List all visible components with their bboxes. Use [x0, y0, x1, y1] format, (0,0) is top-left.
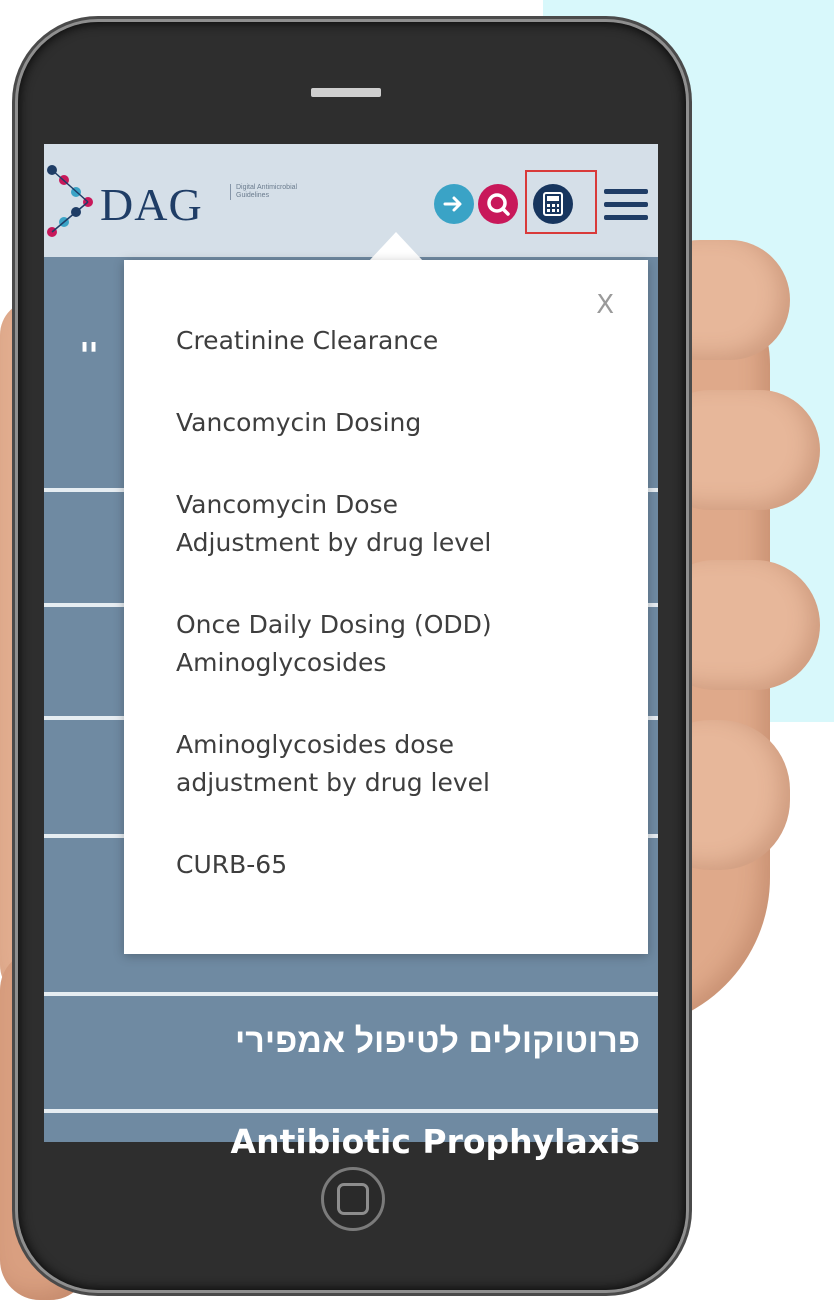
phone-screen: DAG Digital Antimicrobial Guidelines יי …: [44, 144, 658, 1142]
menu-item-antibiotic-prophylaxis-label[interactable]: Antibiotic Prophylaxis: [231, 1122, 640, 1161]
home-button-icon: [337, 1183, 369, 1215]
dropdown-item-creatinine-clearance[interactable]: Creatinine Clearance: [176, 322, 556, 360]
logo-text[interactable]: DAG: [100, 178, 203, 231]
arrow-right-button[interactable]: [434, 184, 474, 224]
dropdown-item-vancomycin-dosing[interactable]: Vancomycin Dosing: [176, 404, 556, 442]
home-button[interactable]: [321, 1167, 385, 1231]
app-header: DAG Digital Antimicrobial Guidelines: [44, 144, 658, 257]
dropdown-caret: [368, 232, 424, 262]
menu-divider: [44, 1109, 658, 1113]
search-button[interactable]: [478, 184, 518, 224]
arrow-right-icon: [443, 196, 462, 212]
dropdown-item-curb-65[interactable]: CURB-65: [176, 846, 556, 884]
dropdown-item-once-daily-dosing[interactable]: Once Daily Dosing (ODD) Aminoglycosides: [176, 606, 556, 682]
menu-item-empiric-protocols[interactable]: פרוטוקולים לטיפול אמפירי: [44, 1022, 658, 1061]
prophylaxis-row-clip: Antibiotic Prophylaxis: [44, 1120, 658, 1164]
hamburger-menu-icon[interactable]: [604, 189, 648, 221]
menu-divider: [44, 992, 658, 996]
dag-logo-icon: [47, 165, 93, 237]
dropdown-item-aminoglycosides-dose-adjustment[interactable]: Aminoglycosides dose adjustment by drug …: [176, 726, 556, 802]
close-icon[interactable]: X: [596, 290, 614, 320]
calculator-icon: [543, 192, 563, 216]
calculator-button[interactable]: [533, 184, 573, 224]
dropdown-item-vancomycin-dose-adjustment[interactable]: Vancomycin Dose Adjustment by drug level: [176, 486, 556, 562]
search-icon: [487, 193, 510, 216]
phone-speaker: [311, 88, 381, 97]
calculators-dropdown: X Creatinine Clearance Vancomycin Dosing…: [124, 260, 648, 954]
menu-row-partial-label: יי: [80, 334, 99, 367]
phone-device: DAG Digital Antimicrobial Guidelines יי …: [18, 22, 686, 1290]
logo-subtitle: Digital Antimicrobial Guidelines: [230, 184, 314, 200]
